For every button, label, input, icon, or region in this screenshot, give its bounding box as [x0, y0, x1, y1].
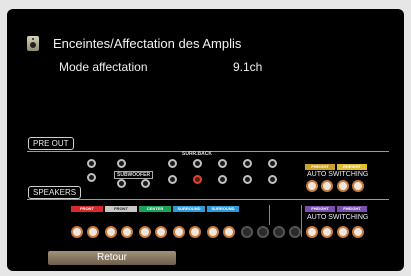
speaker-terminal [223, 226, 235, 238]
auto-switching-bottom: AUTO SWITCHING [307, 214, 369, 221]
jack [243, 159, 252, 168]
jack [168, 159, 177, 168]
jack [218, 175, 227, 184]
speaker-terminal [273, 226, 285, 238]
jack [117, 159, 126, 168]
speaker-terminal [321, 226, 333, 238]
speaker-icon [27, 36, 39, 51]
speaker-terminal [139, 226, 151, 238]
surr-back-label: SURR.BACK [182, 151, 212, 157]
surround-right-bar: SURROUND [207, 206, 239, 212]
speaker-terminal [306, 180, 318, 192]
page-title: Enceintes/Affectation des Amplis [53, 36, 242, 51]
speaker-terminal [155, 226, 167, 238]
speaker-terminal [105, 226, 117, 238]
front-left-bar: FRONT [71, 206, 103, 212]
jack [268, 175, 277, 184]
speaker-terminal [173, 226, 185, 238]
jack [218, 159, 227, 168]
auto-switching-top: AUTO SWITCHING [307, 171, 369, 178]
speaker-terminal [337, 226, 349, 238]
jack [193, 159, 202, 168]
divider [269, 205, 270, 225]
subwoofer-label: SUBWOOFER [114, 171, 154, 179]
speaker-terminal [352, 180, 364, 192]
speaker-terminal [121, 226, 133, 238]
surround-left-bar: SURROUND [173, 206, 205, 212]
jack [243, 175, 252, 184]
jack [87, 173, 96, 182]
speakers-tag: SPEAKERS [28, 186, 82, 199]
back-button[interactable]: Retour [48, 251, 176, 265]
center-bar: CENTER [139, 206, 171, 212]
speaker-terminal [241, 226, 253, 238]
jack [87, 159, 96, 168]
mode-affectation-label[interactable]: Mode affectation [59, 60, 148, 74]
screen: Enceintes/Affectation des Amplis Mode af… [0, 0, 411, 276]
front-right-bar: FRONT [105, 206, 137, 212]
speaker-terminal [207, 226, 219, 238]
speaker-terminal [321, 180, 333, 192]
jack [141, 179, 150, 188]
fheight-right-bar: FHEIGHT [337, 206, 367, 212]
menu-panel: Enceintes/Affectation des Amplis Mode af… [7, 9, 404, 271]
speaker-terminal [71, 226, 83, 238]
jack [117, 179, 126, 188]
speaker-terminal [289, 226, 301, 238]
speaker-terminal [87, 226, 99, 238]
speaker-terminal [337, 180, 349, 192]
jack [193, 175, 202, 184]
fheight-left-bar: FHEIGHT [305, 206, 335, 212]
jack [268, 159, 277, 168]
jack [168, 175, 177, 184]
divider [301, 205, 302, 237]
pre-out-tag: PRE OUT [28, 137, 74, 150]
header: Enceintes/Affectation des Amplis [27, 36, 241, 51]
speakers-divider [27, 199, 389, 200]
speaker-terminal [189, 226, 201, 238]
speaker-terminal [306, 226, 318, 238]
speaker-terminal [257, 226, 269, 238]
fheight-top-bar: FHEIGHT [305, 164, 335, 170]
rheight-top-bar: RHEIGHT [337, 164, 367, 170]
speaker-terminal [352, 226, 364, 238]
mode-affectation-value[interactable]: 9.1ch [233, 60, 262, 74]
